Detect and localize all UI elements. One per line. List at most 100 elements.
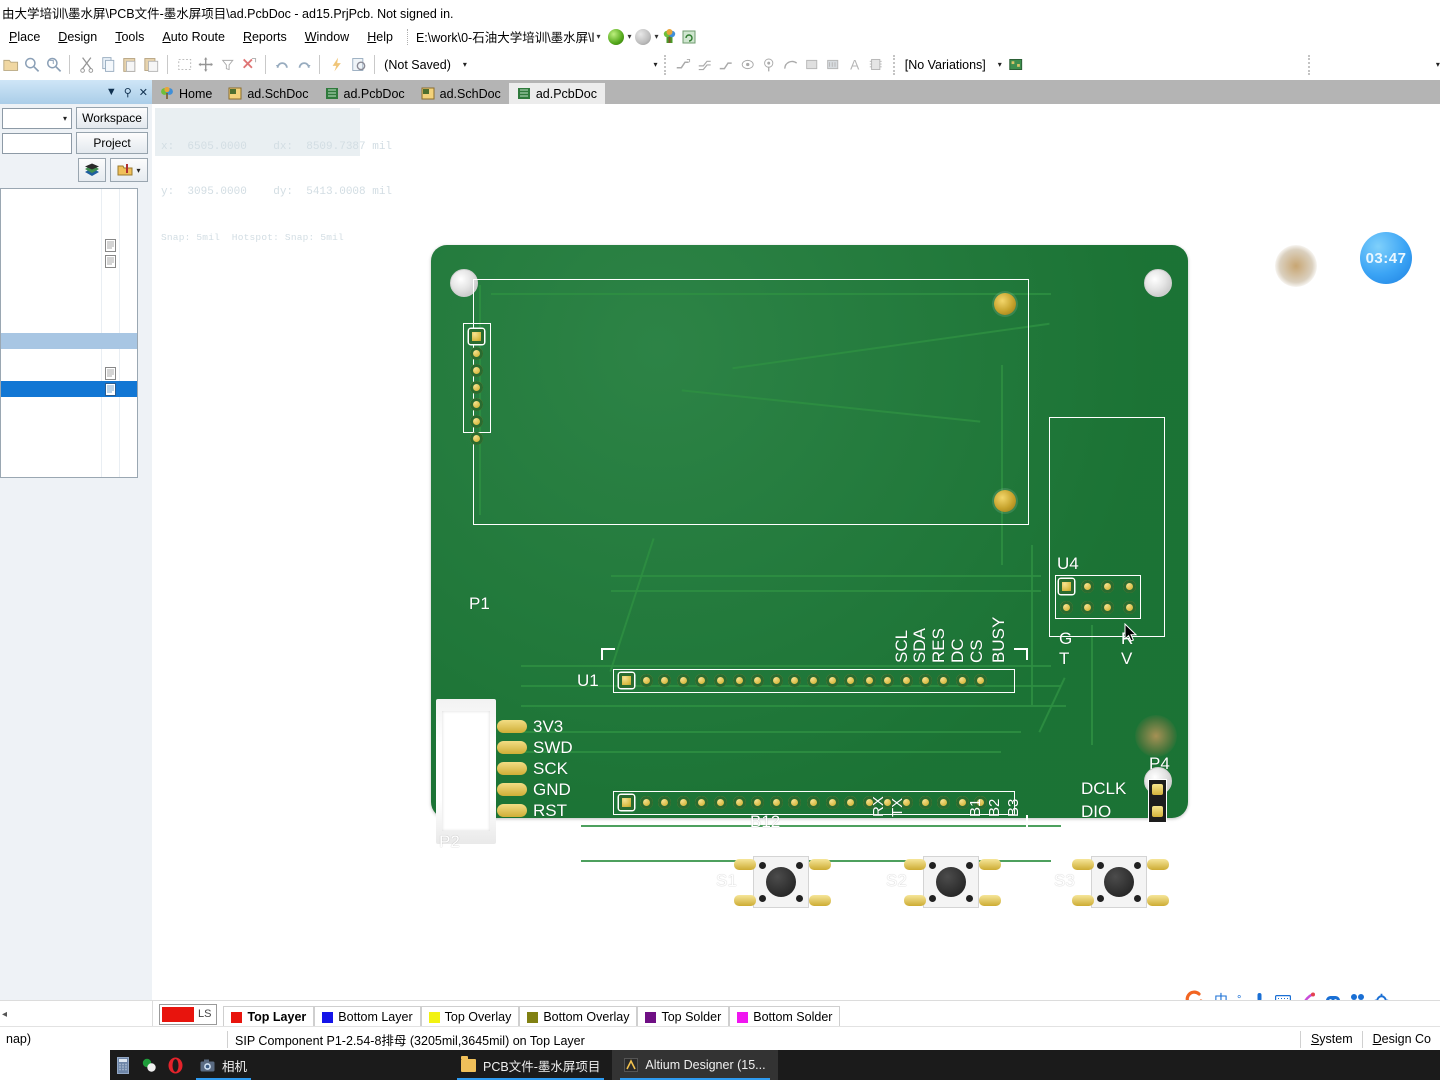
tab-ad-pcbdoc-1[interactable]: ad.PcbDoc	[317, 83, 413, 104]
move-icon[interactable]	[197, 55, 214, 74]
p1-pad-1[interactable]	[469, 329, 484, 344]
s1-pad-bl[interactable]	[734, 895, 756, 906]
u1-pad-1[interactable]	[619, 673, 634, 688]
s2-pad-tl[interactable]	[904, 859, 926, 870]
compile-icon[interactable]	[328, 55, 345, 74]
u4-pad[interactable]	[1101, 601, 1114, 614]
u1-pad[interactable]	[844, 674, 858, 687]
taskbar-pinned-app-green[interactable]	[136, 1050, 162, 1080]
layer-set-chip[interactable]: LS	[159, 1003, 218, 1025]
open-project-button[interactable]: ▾	[110, 158, 148, 182]
tree-row[interactable]	[1, 189, 137, 205]
s3-pad-bl[interactable]	[1072, 895, 1094, 906]
p1-pad[interactable]	[470, 398, 483, 411]
taskbar-item-pcb-folder[interactable]: PCB文件-墨水屏项目	[449, 1050, 612, 1080]
b12-pad[interactable]	[713, 796, 727, 809]
tab-ad-schdoc-2[interactable]: ad.SchDoc	[413, 83, 509, 104]
s1-pad-tl[interactable]	[734, 859, 756, 870]
s3-pad-br[interactable]	[1147, 895, 1169, 906]
b12-pad[interactable]	[732, 796, 746, 809]
tree-row[interactable]	[1, 349, 137, 365]
b12-pad[interactable]	[695, 796, 709, 809]
tree-row-highlighted[interactable]	[1, 333, 137, 349]
b12-pad[interactable]	[806, 796, 820, 809]
b12-pad[interactable]	[918, 796, 932, 809]
zoom-out-icon[interactable]	[23, 55, 40, 74]
tree-row[interactable]	[1, 269, 137, 285]
u1-pad[interactable]	[881, 674, 895, 687]
tree-row[interactable]	[1, 365, 137, 381]
s3-pad-tl[interactable]	[1072, 859, 1094, 870]
tree-row[interactable]	[1, 285, 137, 301]
b12-pad[interactable]	[844, 796, 858, 809]
interactive-routing-icon[interactable]	[717, 55, 734, 74]
clear-selection-icon[interactable]	[240, 55, 257, 74]
saved-state-combo[interactable]: (Not Saved) ▾	[381, 54, 470, 75]
u4-pad[interactable]	[1123, 580, 1136, 593]
clear-filter-icon[interactable]	[219, 55, 236, 74]
u1-pad[interactable]	[751, 674, 765, 687]
tree-row[interactable]	[1, 237, 137, 253]
extra-combo-caret[interactable]: ▾	[653, 60, 657, 69]
compile-project-button[interactable]	[78, 158, 106, 182]
menu-auto-route[interactable]: Auto Route	[153, 28, 234, 46]
layer-tab-top-layer[interactable]: Top Layer	[223, 1006, 315, 1027]
layer-tab-bottom-overlay[interactable]: Bottom Overlay	[519, 1006, 638, 1027]
panel-close-icon[interactable]: ✕	[139, 86, 148, 99]
b12-pad[interactable]	[676, 796, 690, 809]
tree-row[interactable]	[1, 413, 137, 429]
u4-pad-1[interactable]	[1059, 579, 1074, 594]
p4-pad-1[interactable]	[1152, 784, 1163, 795]
paste-icon[interactable]	[121, 55, 138, 74]
pcb-canvas[interactable]: x: 6505.0000 dx: 8509.7387 mil y: 3095.0…	[152, 104, 1440, 1014]
variations-combo[interactable]: [No Variations] ▾	[901, 54, 1005, 75]
place-component-icon[interactable]	[867, 55, 884, 74]
u4-pad[interactable]	[1081, 601, 1094, 614]
tree-row[interactable]	[1, 445, 137, 461]
undo-icon[interactable]	[274, 55, 291, 74]
b12-pad[interactable]	[769, 796, 783, 809]
p2-pad-swd[interactable]	[497, 741, 527, 754]
navigate-back-icon[interactable]	[608, 28, 625, 45]
route-diff-pair-icon[interactable]	[696, 55, 713, 74]
forward-history-caret[interactable]: ▾	[654, 32, 658, 41]
s2-pad-bl[interactable]	[904, 895, 926, 906]
menu-reports[interactable]: Reports	[234, 28, 296, 46]
u1-pad[interactable]	[899, 674, 913, 687]
s2-pad-br[interactable]	[979, 895, 1001, 906]
tree-row[interactable]	[1, 221, 137, 237]
b12-pad[interactable]	[937, 796, 951, 809]
place-via-icon[interactable]	[760, 55, 777, 74]
panel-pin-icon[interactable]: ⚲	[124, 86, 132, 99]
u1-pad[interactable]	[732, 674, 746, 687]
place-pad-icon[interactable]	[739, 55, 756, 74]
taskbar-item-camera[interactable]: 相机	[188, 1050, 259, 1080]
p2-pad-sck[interactable]	[497, 762, 527, 775]
tab-ad-schdoc-1[interactable]: ad.SchDoc	[220, 83, 316, 104]
u1-pad[interactable]	[639, 674, 653, 687]
s1-pad-tr[interactable]	[809, 859, 831, 870]
copy-icon[interactable]	[100, 55, 117, 74]
u1-pad[interactable]	[713, 674, 727, 687]
menu-place[interactable]: Place	[0, 28, 49, 46]
layerbar-scroll-left-icon[interactable]: ◂	[0, 1009, 7, 1020]
u4-pad[interactable]	[1123, 601, 1136, 614]
open-file-icon[interactable]	[2, 55, 19, 74]
u4-pad[interactable]	[1060, 601, 1073, 614]
tree-row[interactable]	[1, 301, 137, 317]
s1-switch[interactable]	[753, 856, 809, 908]
p4-connector[interactable]	[1148, 779, 1167, 823]
u1-pad[interactable]	[676, 674, 690, 687]
toolbar-overflow-caret[interactable]: ▾	[1436, 60, 1440, 69]
screen-recorder-timer[interactable]: 03:47	[1360, 232, 1412, 284]
u1-pad[interactable]	[788, 674, 802, 687]
paste-special-icon[interactable]	[143, 55, 160, 74]
tree-row-selected[interactable]	[1, 381, 137, 397]
layer-tab-bottom-solder[interactable]: Bottom Solder	[729, 1006, 841, 1027]
tree-row[interactable]	[1, 253, 137, 269]
select-area-icon[interactable]	[176, 55, 193, 74]
status-button-system[interactable]: System	[1302, 1028, 1362, 1050]
place-string-icon[interactable]: A	[846, 55, 863, 74]
tree-row[interactable]	[1, 205, 137, 221]
route-track-icon[interactable]	[674, 55, 691, 74]
